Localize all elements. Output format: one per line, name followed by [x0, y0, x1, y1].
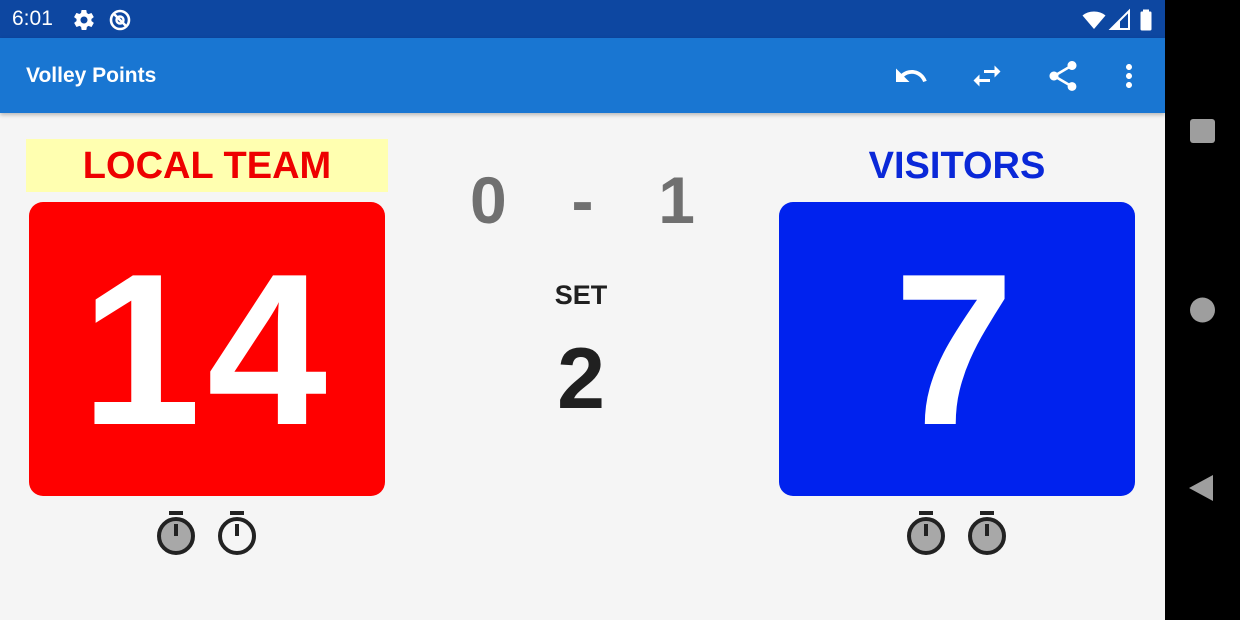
set-label: SET — [554, 280, 608, 310]
more-vert-icon[interactable] — [1111, 58, 1147, 94]
home-circle-icon[interactable] — [1165, 280, 1240, 340]
local-timeout-1-stopwatch-icon[interactable] — [155, 510, 197, 556]
local-team-points: 14 — [80, 228, 334, 470]
sets-separator: - — [571, 163, 594, 237]
app-bar: Volley Points — [0, 38, 1165, 113]
gear-icon — [72, 8, 96, 32]
local-sets-won: 0 — [470, 163, 507, 237]
sets-score: 0 - 1 — [470, 160, 695, 240]
do-not-disturb-icon — [108, 8, 132, 32]
back-triangle-icon[interactable] — [1165, 458, 1240, 518]
battery-icon — [1134, 8, 1158, 32]
status-bar: 6:01 — [0, 0, 1165, 38]
local-team-name[interactable]: LOCAL TEAM — [26, 139, 388, 192]
undo-icon[interactable] — [893, 58, 929, 94]
visitor-team-name[interactable]: VISITORS — [779, 139, 1135, 192]
recents-square-icon[interactable] — [1165, 100, 1240, 160]
app-title: Volley Points — [26, 64, 157, 87]
status-time: 6:01 — [12, 7, 53, 30]
visitor-timeout-1-stopwatch-icon[interactable] — [905, 510, 947, 556]
current-set-number: 2 — [557, 331, 605, 427]
navigation-bar — [1165, 0, 1240, 620]
visitor-sets-won: 1 — [658, 163, 695, 237]
local-team-score-button[interactable]: 14 — [29, 202, 385, 496]
wifi-icon — [1082, 8, 1106, 32]
swap-teams-icon[interactable] — [969, 58, 1005, 94]
app-screen: 6:01 Volley Points LOCAL TEAM 14 0 - 1 S… — [0, 0, 1165, 620]
visitor-team-score-button[interactable]: 7 — [779, 202, 1135, 496]
share-icon[interactable] — [1045, 58, 1081, 94]
local-timeout-2-stopwatch-icon[interactable] — [216, 510, 258, 556]
visitor-team-points: 7 — [893, 228, 1021, 470]
visitor-timeout-2-stopwatch-icon[interactable] — [966, 510, 1008, 556]
signal-icon — [1108, 8, 1132, 32]
